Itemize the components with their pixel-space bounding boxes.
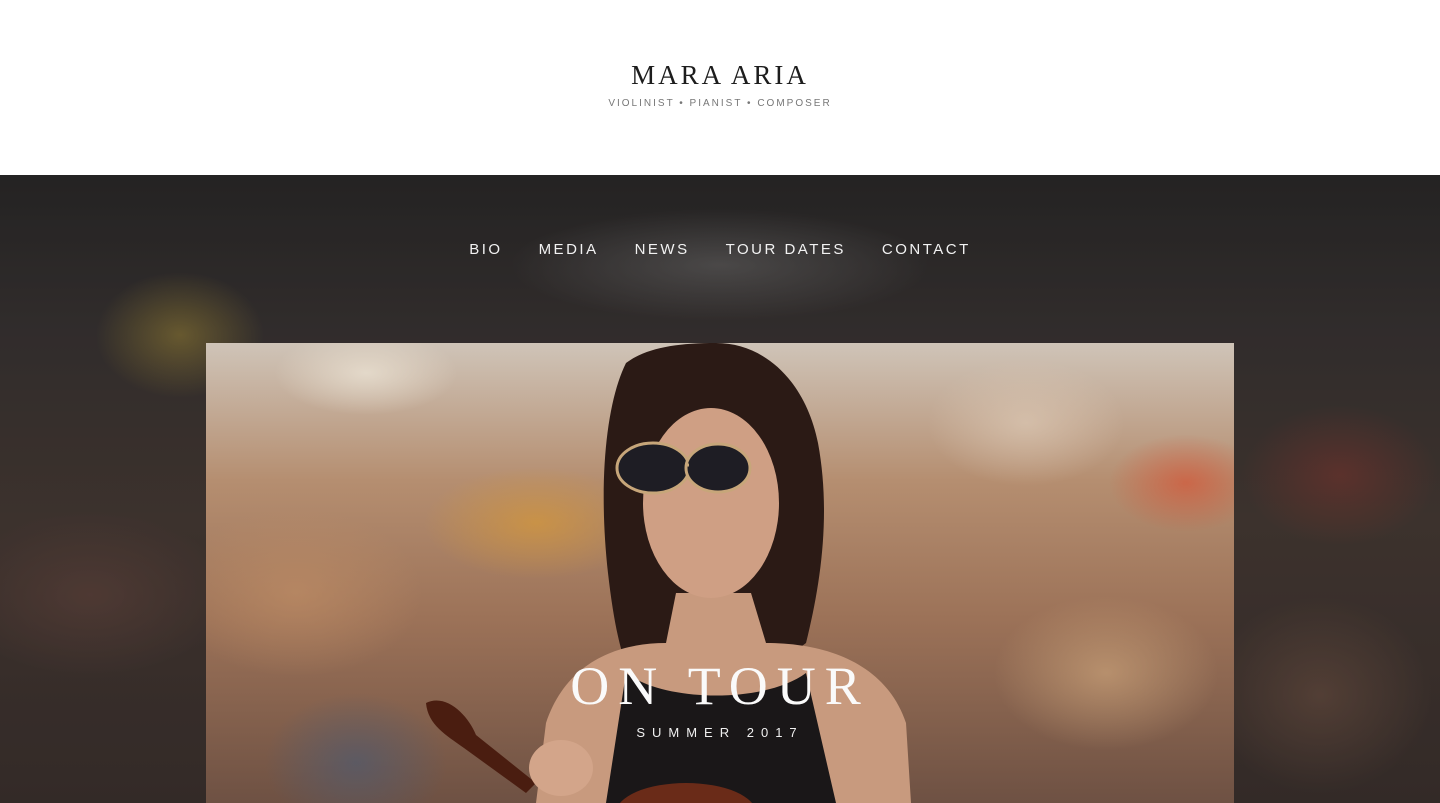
- feature-title: ON TOUR: [570, 656, 870, 716]
- main-nav: BIO MEDIA NEWS TOUR DATES CONTACT: [0, 241, 1440, 258]
- site-header: MARA ARIA VIOLINIST • PIANIST • COMPOSER: [0, 0, 1440, 175]
- nav-link-news[interactable]: NEWS: [635, 241, 690, 258]
- site-title[interactable]: MARA ARIA: [0, 60, 1440, 91]
- nav-link-bio[interactable]: BIO: [469, 241, 502, 258]
- nav-link-media[interactable]: MEDIA: [539, 241, 599, 258]
- site-tagline: VIOLINIST • PIANIST • COMPOSER: [608, 98, 832, 109]
- feature-subtitle: SUMMER 2017: [636, 725, 804, 740]
- feature-banner[interactable]: ON TOUR SUMMER 2017: [206, 343, 1234, 803]
- hero-background: BIO MEDIA NEWS TOUR DATES CONTACT ON TOU…: [0, 175, 1440, 803]
- nav-link-tour-dates[interactable]: TOUR DATES: [726, 241, 846, 258]
- nav-link-contact[interactable]: CONTACT: [882, 241, 971, 258]
- feature-text: ON TOUR SUMMER 2017: [206, 655, 1234, 740]
